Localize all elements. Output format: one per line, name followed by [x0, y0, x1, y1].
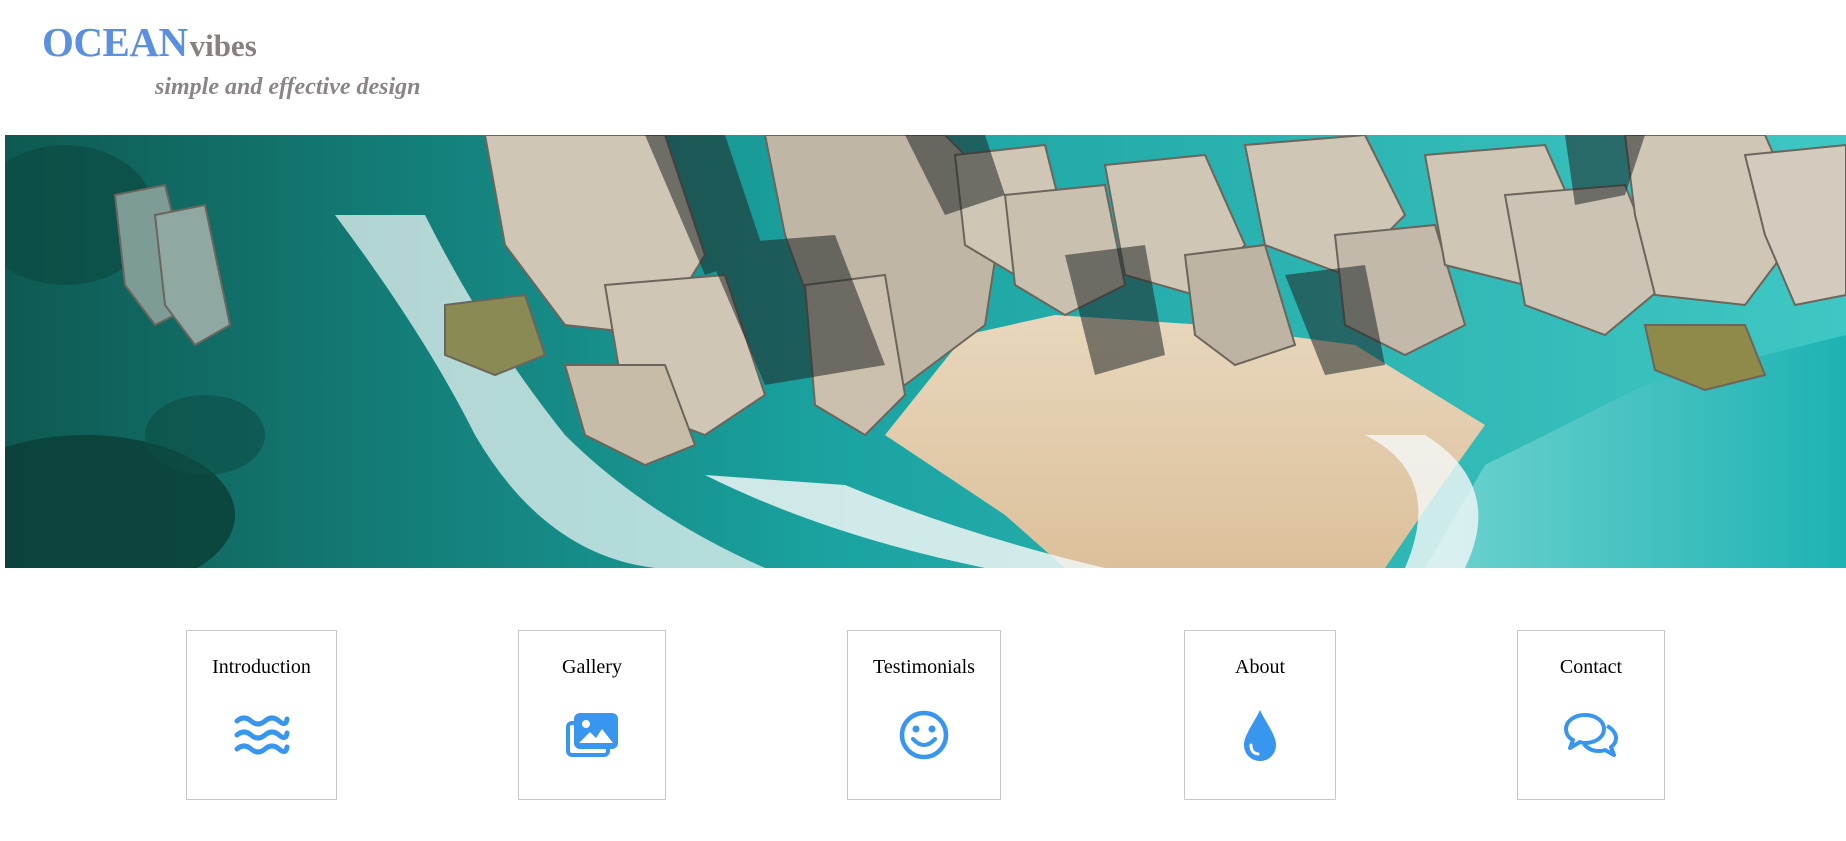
nav-label-gallery: Gallery: [562, 656, 622, 678]
hero-image: [5, 135, 1846, 568]
waves-icon: [234, 707, 290, 763]
site-logo[interactable]: OCEANvibes: [42, 18, 257, 66]
aerial-beach-photo: [5, 135, 1846, 568]
nav-label-contact: Contact: [1559, 656, 1623, 678]
logo-secondary-text: vibes: [189, 28, 257, 63]
smile-icon: [896, 707, 952, 763]
nav-label-about: About: [1235, 656, 1285, 678]
page: OCEANvibes simple and effective design I…: [0, 0, 1846, 841]
chat-bubbles-icon: [1563, 707, 1619, 763]
logo-primary-text: OCEAN: [42, 19, 188, 65]
water-drop-icon: [1232, 707, 1288, 763]
nav-card-gallery[interactable]: Gallery: [518, 630, 666, 800]
nav-label-testimonials: Testimonials: [873, 656, 975, 678]
nav-card-testimonials[interactable]: Testimonials: [847, 630, 1001, 800]
nav-card-introduction[interactable]: Introduction: [186, 630, 337, 800]
images-icon: [564, 707, 620, 763]
nav-card-about[interactable]: About: [1184, 630, 1336, 800]
nav-label-introduction: Introduction: [212, 656, 311, 678]
nav-card-contact[interactable]: Contact: [1517, 630, 1665, 800]
site-tagline: simple and effective design: [155, 74, 421, 100]
